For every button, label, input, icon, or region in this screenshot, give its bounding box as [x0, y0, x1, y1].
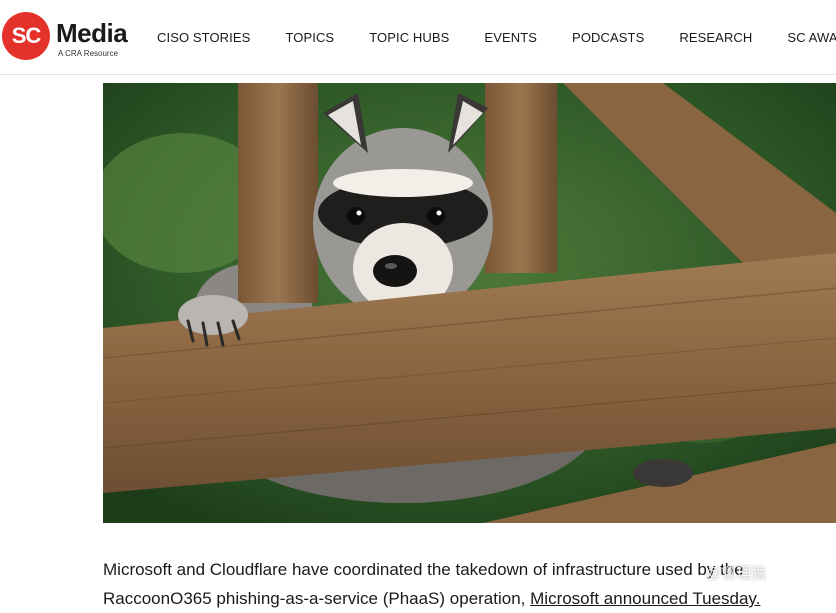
article-body: Microsoft and Cloudflare have coordinate…: [103, 555, 803, 613]
nav-topics[interactable]: TOPICS: [285, 30, 334, 45]
hero-image: [103, 83, 836, 523]
article-link-microsoft[interactable]: Microsoft announced Tuesday.: [530, 589, 760, 608]
site-header: SC Media A CRA Resource CISO STORIES TOP…: [0, 0, 836, 75]
logo-tagline: A CRA Resource: [58, 49, 119, 58]
main-nav: CISO STORIES TOPICS TOPIC HUBS EVENTS PO…: [157, 0, 836, 74]
nav-events[interactable]: EVENTS: [484, 30, 537, 45]
sc-media-logo[interactable]: SC Media A CRA Resource: [2, 12, 132, 62]
nav-ciso-stories[interactable]: CISO STORIES: [157, 30, 250, 45]
nav-sc-awards[interactable]: SC AWARDS: [787, 30, 836, 45]
nav-research[interactable]: RESEARCH: [679, 30, 752, 45]
logo-wordmark: Media: [56, 18, 128, 48]
raccoon-illustration: [103, 83, 836, 523]
logo-badge: SC: [2, 12, 50, 60]
watermark: @管理猿: [706, 565, 767, 582]
nav-podcasts[interactable]: PODCASTS: [572, 30, 644, 45]
nav-topic-hubs[interactable]: TOPIC HUBS: [369, 30, 449, 45]
